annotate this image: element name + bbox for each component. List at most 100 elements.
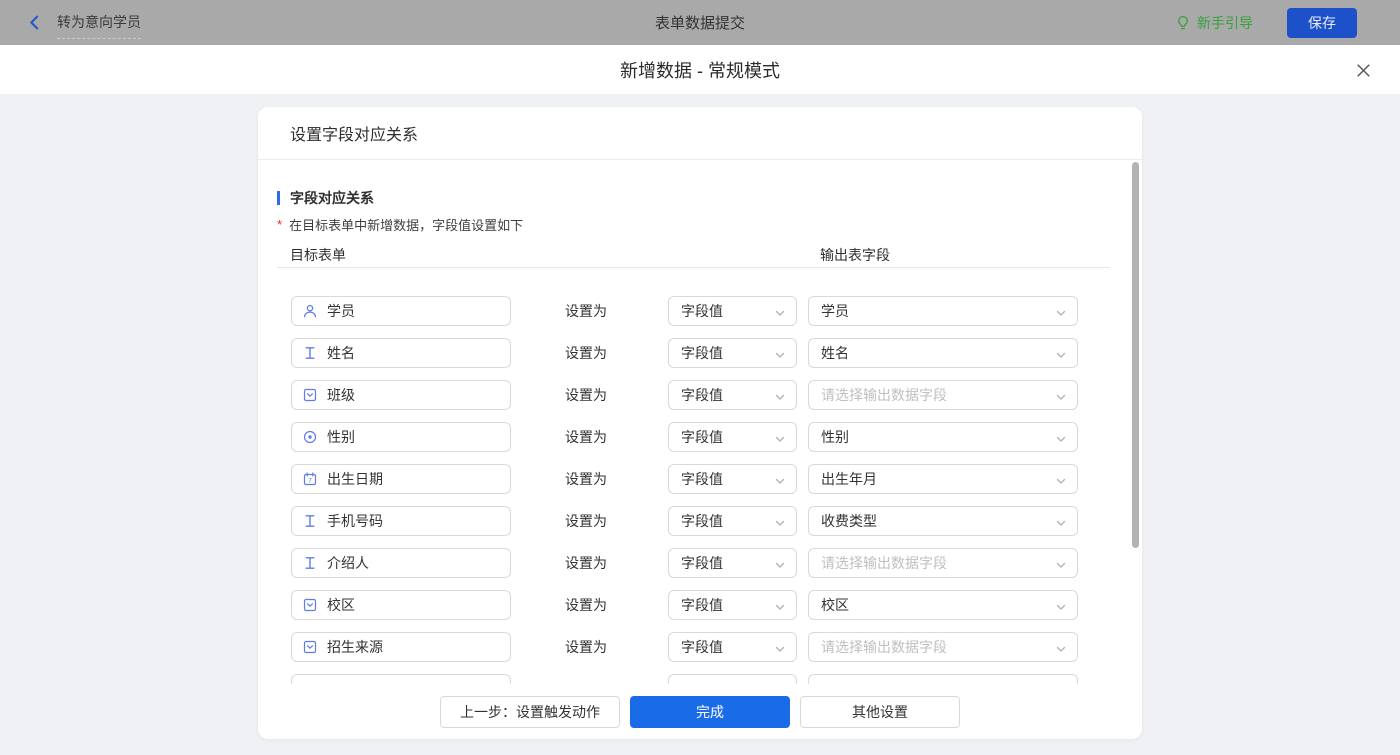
chevron-down-icon (775, 394, 785, 400)
value-mode-select[interactable]: 字段值 (668, 296, 797, 326)
save-button[interactable]: 保存 (1287, 8, 1357, 38)
set-to-label: 设置为 (565, 555, 607, 571)
target-field-box[interactable]: 学员 (291, 296, 511, 326)
radio-icon (302, 429, 318, 445)
value-mode-select[interactable]: 字段值 (668, 632, 797, 662)
set-to-label: 设置为 (565, 639, 607, 655)
output-field-label: 姓名 (821, 345, 849, 361)
chevron-down-icon (775, 604, 785, 610)
chevron-down-icon (1056, 646, 1066, 652)
target-field-label: 性别 (327, 429, 355, 445)
column-header-target-form: 目标表单 (290, 247, 346, 263)
output-field-select[interactable]: 请选择输出数据字段 (808, 548, 1078, 578)
required-asterisk: * (277, 217, 283, 232)
output-field-select[interactable]: 姓名 (808, 338, 1078, 368)
value-mode-select[interactable] (668, 674, 797, 684)
target-field-box[interactable]: 7 出生日期 (291, 464, 511, 494)
target-field-box[interactable]: 介绍人 (291, 548, 511, 578)
date-icon: 7 (302, 471, 318, 487)
field-mapping-row: 介绍人 设置为 字段值 请选择输出数据字段 (258, 548, 1142, 578)
chevron-down-icon (775, 478, 785, 484)
output-field-select[interactable]: 出生年月 (808, 464, 1078, 494)
value-mode-label: 字段值 (681, 471, 723, 487)
previous-step-button[interactable]: 上一步：设置触发动作 (440, 696, 620, 728)
output-field-label: 学员 (821, 303, 849, 319)
set-to-label: 设置为 (565, 429, 607, 445)
field-mapping-row: 校区 设置为 字段值 校区 (258, 590, 1142, 620)
target-field-label: 班级 (327, 387, 355, 403)
target-field-box[interactable]: 班级 (291, 380, 511, 410)
chevron-down-icon (775, 352, 785, 358)
field-mapping-row (258, 674, 1142, 684)
output-field-label: 请选择输出数据字段 (821, 555, 947, 571)
set-to-label: 设置为 (565, 303, 607, 319)
output-field-label: 性别 (821, 429, 849, 445)
field-mapping-row: 学员 设置为 字段值 学员 (258, 296, 1142, 326)
output-field-label: 请选择输出数据字段 (821, 639, 947, 655)
output-field-select[interactable]: 请选择输出数据字段 (808, 632, 1078, 662)
chevron-down-icon (1056, 310, 1066, 316)
output-field-select[interactable]: 收费类型 (808, 506, 1078, 536)
select-icon (302, 639, 318, 655)
value-mode-select[interactable]: 字段值 (668, 590, 797, 620)
page-body: 设置字段对应关系 字段对应关系 * 在目标表单中新增数据，字段值设置如下 目标表单… (0, 95, 1400, 755)
set-to-label: 设置为 (565, 471, 607, 487)
other-settings-button[interactable]: 其他设置 (800, 696, 960, 728)
target-field-box[interactable]: 招生来源 (291, 632, 511, 662)
value-mode-select[interactable]: 字段值 (668, 422, 797, 452)
value-mode-select[interactable]: 字段值 (668, 548, 797, 578)
topbar: 转为意向学员 表单数据提交 新手引导 保存 (0, 0, 1400, 45)
value-mode-select[interactable]: 字段值 (668, 464, 797, 494)
output-field-label: 收费类型 (821, 513, 877, 529)
set-to-label: 设置为 (565, 345, 607, 361)
target-field-label: 招生来源 (327, 639, 383, 655)
output-field-select[interactable]: 校区 (808, 590, 1078, 620)
screen: 转为意向学员 表单数据提交 新手引导 保存 新增数据 - 常规模式 设置字段对应… (0, 0, 1400, 755)
user-icon (302, 303, 318, 319)
output-field-label: 出生年月 (821, 471, 877, 487)
value-mode-label: 字段值 (681, 555, 723, 571)
target-field-box[interactable]: 姓名 (291, 338, 511, 368)
chevron-down-icon (1056, 562, 1066, 568)
field-mapping-row: 招生来源 设置为 字段值 请选择输出数据字段 (258, 632, 1142, 662)
close-button[interactable] (1352, 59, 1374, 81)
target-field-box[interactable]: 性别 (291, 422, 511, 452)
lightbulb-icon (1175, 15, 1191, 31)
set-to-label: 设置为 (565, 513, 607, 529)
guide-button[interactable]: 新手引导 (1175, 0, 1253, 45)
chevron-down-icon (1056, 520, 1066, 526)
section-accent-bar (277, 191, 280, 205)
note-text: 在目标表单中新增数据，字段值设置如下 (289, 218, 524, 233)
modal-title: 新增数据 - 常规模式 (620, 60, 780, 81)
value-mode-select[interactable]: 字段值 (668, 506, 797, 536)
scrollbar-thumb[interactable] (1132, 162, 1139, 548)
value-mode-label: 字段值 (681, 303, 723, 319)
value-mode-select[interactable]: 字段值 (668, 380, 797, 410)
value-mode-select[interactable]: 字段值 (668, 338, 797, 368)
target-field-label: 姓名 (327, 345, 355, 361)
target-field-box[interactable]: 手机号码 (291, 506, 511, 536)
chevron-down-icon (775, 562, 785, 568)
chevron-down-icon (775, 646, 785, 652)
value-mode-label: 字段值 (681, 597, 723, 613)
value-mode-label: 字段值 (681, 513, 723, 529)
note-line: * 在目标表单中新增数据，字段值设置如下 (277, 215, 523, 234)
card-header: 设置字段对应关系 (258, 107, 1142, 160)
output-field-select[interactable]: 学员 (808, 296, 1078, 326)
chevron-down-icon (1056, 478, 1066, 484)
target-field-box[interactable]: 校区 (291, 590, 511, 620)
output-field-select[interactable]: 性别 (808, 422, 1078, 452)
output-field-select[interactable] (808, 674, 1078, 684)
settings-card: 设置字段对应关系 字段对应关系 * 在目标表单中新增数据，字段值设置如下 目标表单… (258, 107, 1142, 739)
field-mapping-row: 性别 设置为 字段值 性别 (258, 422, 1142, 452)
close-icon (1356, 63, 1370, 77)
target-field-label: 手机号码 (327, 513, 383, 529)
output-field-label: 校区 (821, 597, 849, 613)
modal-header: 新增数据 - 常规模式 (0, 45, 1400, 95)
output-field-select[interactable]: 请选择输出数据字段 (808, 380, 1078, 410)
none (302, 681, 318, 684)
target-field-box[interactable] (291, 674, 511, 684)
set-to-label: 设置为 (565, 597, 607, 613)
done-button[interactable]: 完成 (630, 696, 790, 728)
target-field-label: 校区 (327, 597, 355, 613)
